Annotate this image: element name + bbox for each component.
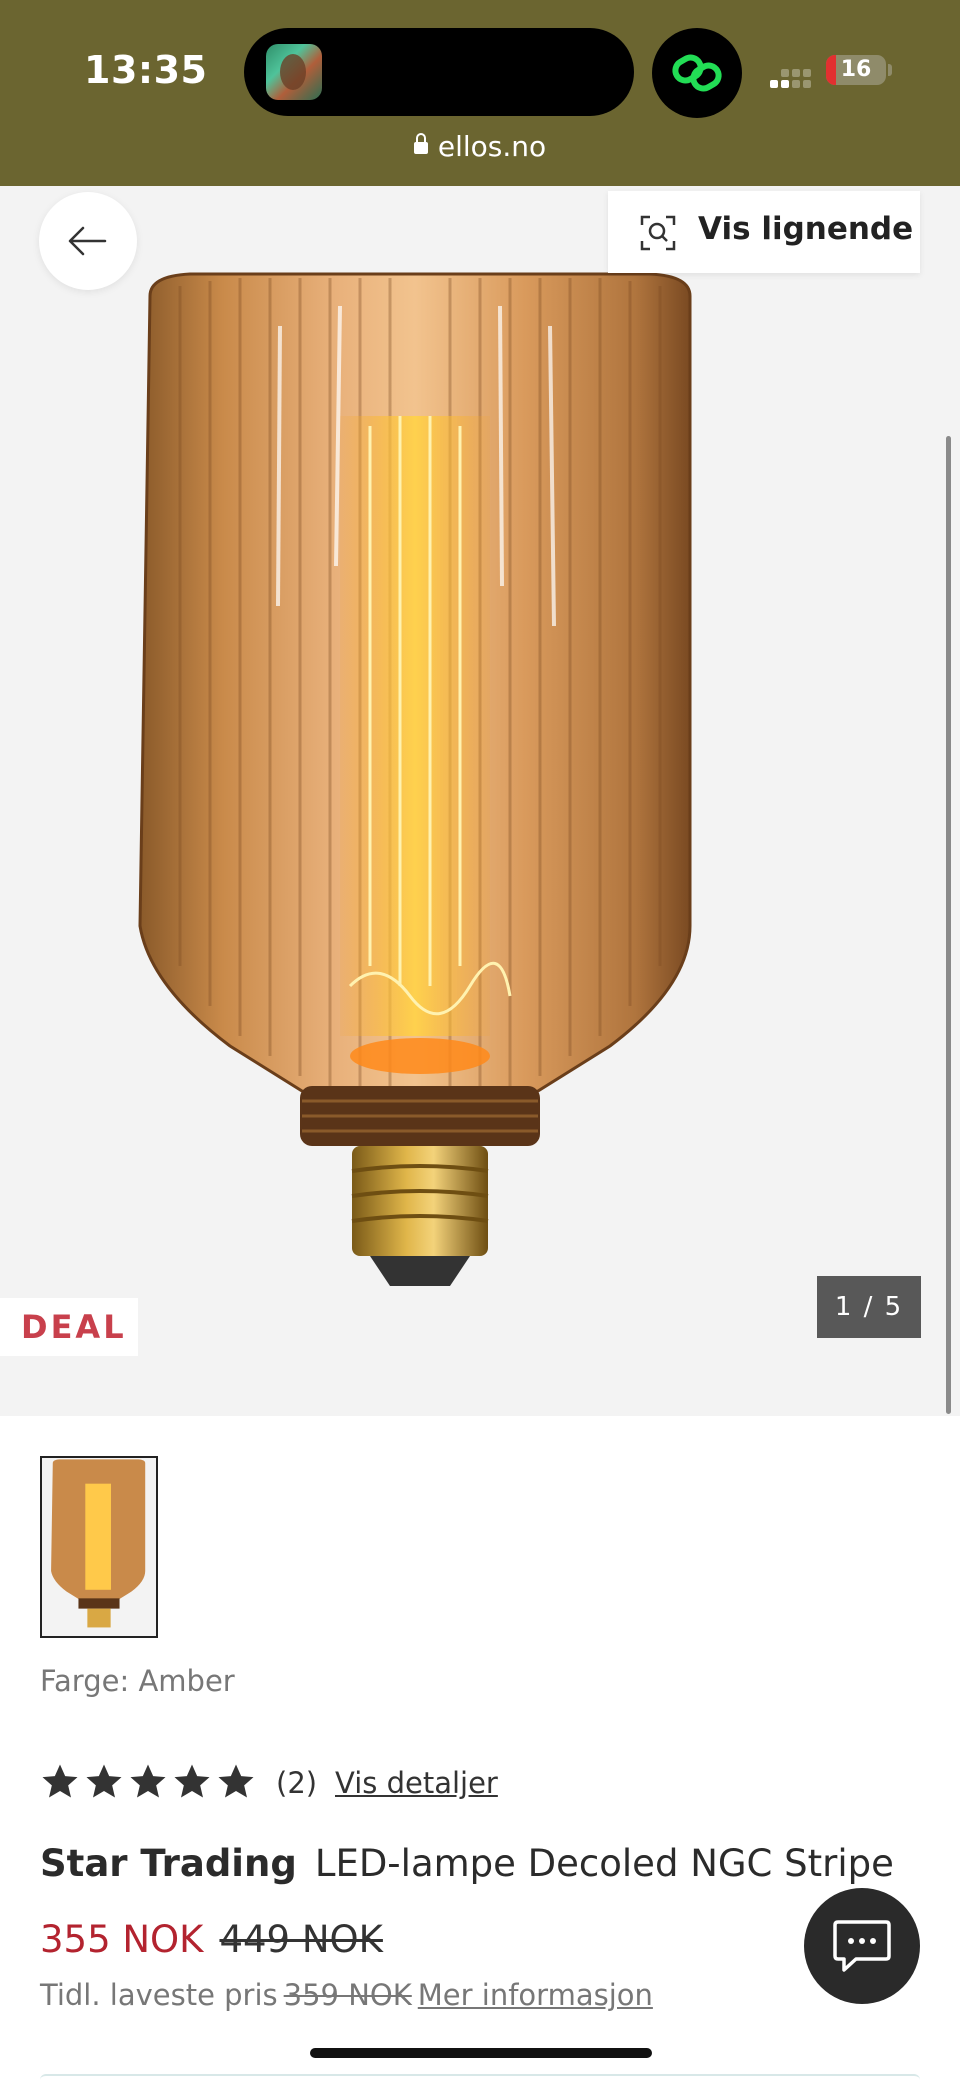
url-text: ellos.no [437,130,547,163]
battery-icon: 16 [826,55,886,85]
current-price: 355 NOK [40,1918,204,1961]
url-bar[interactable]: ellos.no [0,130,960,163]
chat-button[interactable] [804,1888,920,2004]
arrow-left-icon [68,226,107,256]
lowest-price-value: 359 NOK [283,1978,412,2012]
lowest-price-label: Tidl. laveste pris [40,1978,278,2012]
deal-badge: DEAL [0,1298,138,1356]
show-similar-label: Vis lignende [698,211,914,247]
now-playing-thumbnail[interactable] [266,44,322,100]
star-rating[interactable] [40,1760,260,1806]
thumbnail-bulb-image [51,1459,146,1628]
review-count: (2) [276,1766,318,1800]
brand-name[interactable]: Star Trading [40,1842,297,1885]
star-icon [42,1764,78,1798]
browser-status-bar: 13:35 16 ellos.no [0,0,960,186]
product-title: Star Trading LED-lampe Decoled NGC Stripe [40,1842,894,1885]
deal-badge-text: DEAL [21,1308,127,1346]
dynamic-island[interactable] [244,28,634,116]
next-section-edge [40,2074,920,2083]
color-label: Farge: Amber [40,1664,235,1698]
star-icon [218,1764,254,1798]
price-row: 355 NOK 449 NOK [40,1918,383,1961]
cellular-signal-icon [770,62,814,88]
image-thumbnail[interactable] [40,1456,158,1638]
product-image-gallery[interactable]: Vis lignende DEAL 1 / 5 [0,186,960,1416]
original-price: 449 NOK [219,1918,383,1961]
clock: 13:35 [84,48,208,92]
product-image[interactable] [130,266,710,1306]
image-counter: 1 / 5 [817,1276,921,1338]
star-icon [86,1764,122,1798]
visual-search-icon [640,215,676,251]
home-indicator[interactable] [310,2048,652,2058]
battery-level: 16 [840,57,872,82]
more-info-link[interactable]: Mer informasjon [418,1978,653,2012]
gallery-scrollbar[interactable] [946,436,951,1414]
back-button[interactable] [39,192,137,290]
chat-bubble-icon [833,1920,891,1972]
show-similar-button[interactable]: Vis lignende [608,191,920,273]
lowest-price-note: Tidl. laveste pris 359 NOK Mer informasjon [40,1978,653,2012]
star-icon [130,1764,166,1798]
view-details-link[interactable]: Vis detaljer [335,1766,498,1800]
battery-tip [888,64,892,76]
product-name: LED-lampe Decoled NGC Stripe [314,1842,894,1885]
link-icon[interactable] [652,28,742,118]
star-icon [174,1764,210,1798]
lock-icon [413,133,428,154]
